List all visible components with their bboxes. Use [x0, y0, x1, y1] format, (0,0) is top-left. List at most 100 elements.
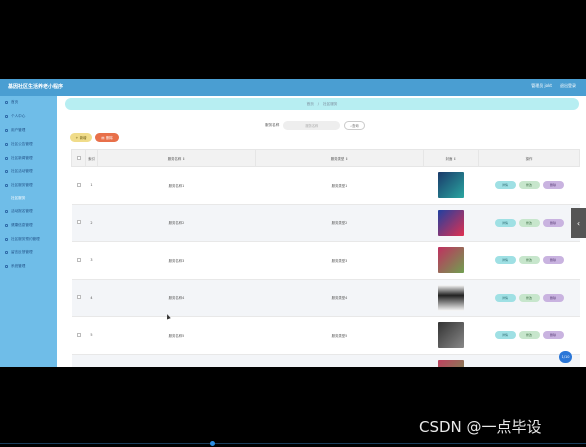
sidebar-item-booking[interactable]: 社区服务预约管理 — [0, 232, 57, 246]
row-checkbox[interactable] — [71, 241, 86, 280]
service-thumbnail — [438, 284, 464, 311]
row-index: 6 — [85, 354, 98, 367]
news-icon — [5, 156, 8, 160]
row-delete-button[interactable]: 删除 — [542, 256, 564, 265]
search-button-label: 查询 — [352, 124, 359, 128]
sidebar-item-service[interactable]: 社区服务管理 — [0, 179, 57, 193]
edit-button[interactable]: 修改 — [518, 218, 540, 227]
search-button[interactable]: ⌕ 查询 — [344, 121, 365, 130]
detail-button[interactable]: 详情 — [494, 218, 516, 227]
sort-icon[interactable]: ↕ — [182, 157, 185, 161]
service-thumbnail — [438, 322, 464, 349]
sidebar-item-label: 社区服务管理 — [11, 183, 33, 188]
row-checkbox[interactable] — [71, 204, 86, 242]
breadcrumb: 首页 / 社区服务 — [65, 98, 579, 110]
detail-button[interactable]: 详情 — [494, 331, 516, 340]
notice-icon — [5, 142, 8, 146]
header-type-label: 服务类型 — [330, 156, 345, 161]
sidebar-item-label: 活动报名管理 — [11, 208, 33, 213]
logout-link[interactable]: 退出登录 — [560, 83, 576, 89]
plus-icon: + — [75, 135, 79, 140]
health-icon — [5, 223, 8, 227]
row-name: 服务名称1 — [97, 166, 256, 205]
row-delete-button[interactable]: 删除 — [542, 331, 564, 340]
row-name: 服务名称5 — [97, 316, 256, 355]
sidebar-item-users[interactable]: 用户管理 — [0, 124, 57, 138]
row-ops: 详情修改删除 — [478, 241, 580, 280]
sidebar-item-system[interactable]: 系统管理 — [0, 260, 57, 274]
edit-button[interactable]: 修改 — [518, 331, 540, 340]
row-checkbox[interactable] — [71, 166, 86, 205]
row-image-cell — [423, 279, 479, 317]
sidebar-item-notice[interactable]: 社区公告管理 — [0, 137, 57, 151]
sort-icon[interactable]: ↕ — [454, 157, 457, 161]
system-icon — [5, 265, 8, 269]
search-input[interactable]: 服务名称 — [283, 121, 341, 130]
booking-icon — [5, 237, 8, 241]
main-content: 首页 / 社区服务 服务名称 服务名称 ⌕ 查询 + 新增 ▤ 删除 索引 服务名称 … — [57, 96, 586, 367]
header-index: 索引 — [85, 149, 98, 167]
table-row: 2 服务名称2 服务类型2 详情 修改 删除 — [71, 204, 580, 242]
service-icon — [5, 184, 8, 188]
sidebar-item-label: 社区新闻管理 — [11, 155, 33, 160]
sidebar-item-message[interactable]: 留言反馈管理 — [0, 246, 57, 260]
row-type: 服务类型4 — [255, 279, 424, 317]
select-all-checkbox[interactable] — [71, 149, 86, 167]
breadcrumb-home[interactable]: 首页 — [307, 102, 314, 107]
sidebar: 首页 个人中心 用户管理 社区公告管理 社区新闻管理 社区活动管理 社区服务管理… — [0, 96, 57, 367]
row-index: 1 — [85, 166, 98, 205]
sidebar-item-label: 社区活动管理 — [11, 169, 33, 174]
app-title: 基因社区生活养老小程序 — [8, 84, 64, 90]
row-ops: 详情修改删除 — [478, 166, 580, 205]
collapse-arrow-icon[interactable]: ‹ — [571, 208, 586, 238]
sidebar-item-health[interactable]: 健康信息管理 — [0, 218, 57, 232]
sidebar-item-home[interactable]: 首页 — [0, 96, 57, 110]
video-progress-bar[interactable] — [0, 440, 586, 447]
current-user[interactable]: 管理员 jokt — [531, 83, 552, 89]
header-name[interactable]: 服务名称 ↕ — [97, 149, 256, 167]
row-ops: 详情修改删除 — [478, 316, 580, 355]
header-type[interactable]: 服务类型 ↕ — [255, 149, 424, 167]
edit-button[interactable]: 修改 — [518, 181, 540, 190]
row-image-cell — [423, 241, 479, 280]
sidebar-item-label: 健康信息管理 — [11, 222, 33, 227]
row-type: 服务类型2 — [255, 204, 424, 242]
row-checkbox[interactable] — [71, 279, 86, 317]
sidebar-subitem-service[interactable]: 社区服务 — [0, 193, 57, 205]
add-button-label: 新增 — [79, 136, 87, 140]
trash-icon: ▤ — [101, 135, 105, 140]
sort-icon[interactable]: ↕ — [345, 157, 348, 161]
sidebar-item-label: 首页 — [11, 100, 19, 105]
sidebar-item-profile[interactable]: 个人中心 — [0, 110, 57, 124]
service-thumbnail — [438, 172, 464, 199]
sidebar-item-label: 留言反馈管理 — [11, 250, 33, 255]
delete-button[interactable]: ▤ 删除 — [95, 133, 119, 142]
row-delete-button[interactable]: 删除 — [542, 218, 564, 227]
sidebar-item-signup[interactable]: 活动报名管理 — [0, 205, 57, 219]
progress-handle[interactable] — [210, 441, 215, 446]
row-name: 服务名称4 — [97, 279, 256, 317]
edit-button[interactable]: 修改 — [518, 256, 540, 265]
row-index: 3 — [85, 241, 98, 280]
edit-button[interactable]: 修改 — [518, 293, 540, 302]
header-image[interactable]: 封面 ↕ — [423, 149, 479, 167]
row-type: 服务类型1 — [255, 166, 424, 205]
delete-button-label: 删除 — [105, 136, 113, 140]
sidebar-item-activity[interactable]: 社区活动管理 — [0, 165, 57, 179]
detail-button[interactable]: 详情 — [494, 256, 516, 265]
sidebar-item-news[interactable]: 社区新闻管理 — [0, 151, 57, 165]
add-button[interactable]: + 新增 — [70, 133, 92, 142]
detail-button[interactable]: 详情 — [494, 293, 516, 302]
table-row: 3 服务名称3 服务类型3 详情 修改 删除 — [71, 241, 580, 280]
header-name-label: 服务名称 — [167, 156, 182, 161]
row-delete-button[interactable]: 删除 — [542, 293, 564, 302]
watermark: CSDN @一点毕设 — [419, 418, 542, 436]
row-image-cell — [423, 316, 479, 355]
row-delete-button[interactable]: 删除 — [542, 181, 564, 190]
row-checkbox[interactable] — [71, 354, 86, 367]
signup-icon — [5, 209, 8, 213]
row-checkbox[interactable] — [71, 316, 86, 355]
page-badge[interactable]: 1/10 — [559, 351, 572, 363]
home-icon — [5, 101, 8, 105]
detail-button[interactable]: 详情 — [494, 181, 516, 190]
